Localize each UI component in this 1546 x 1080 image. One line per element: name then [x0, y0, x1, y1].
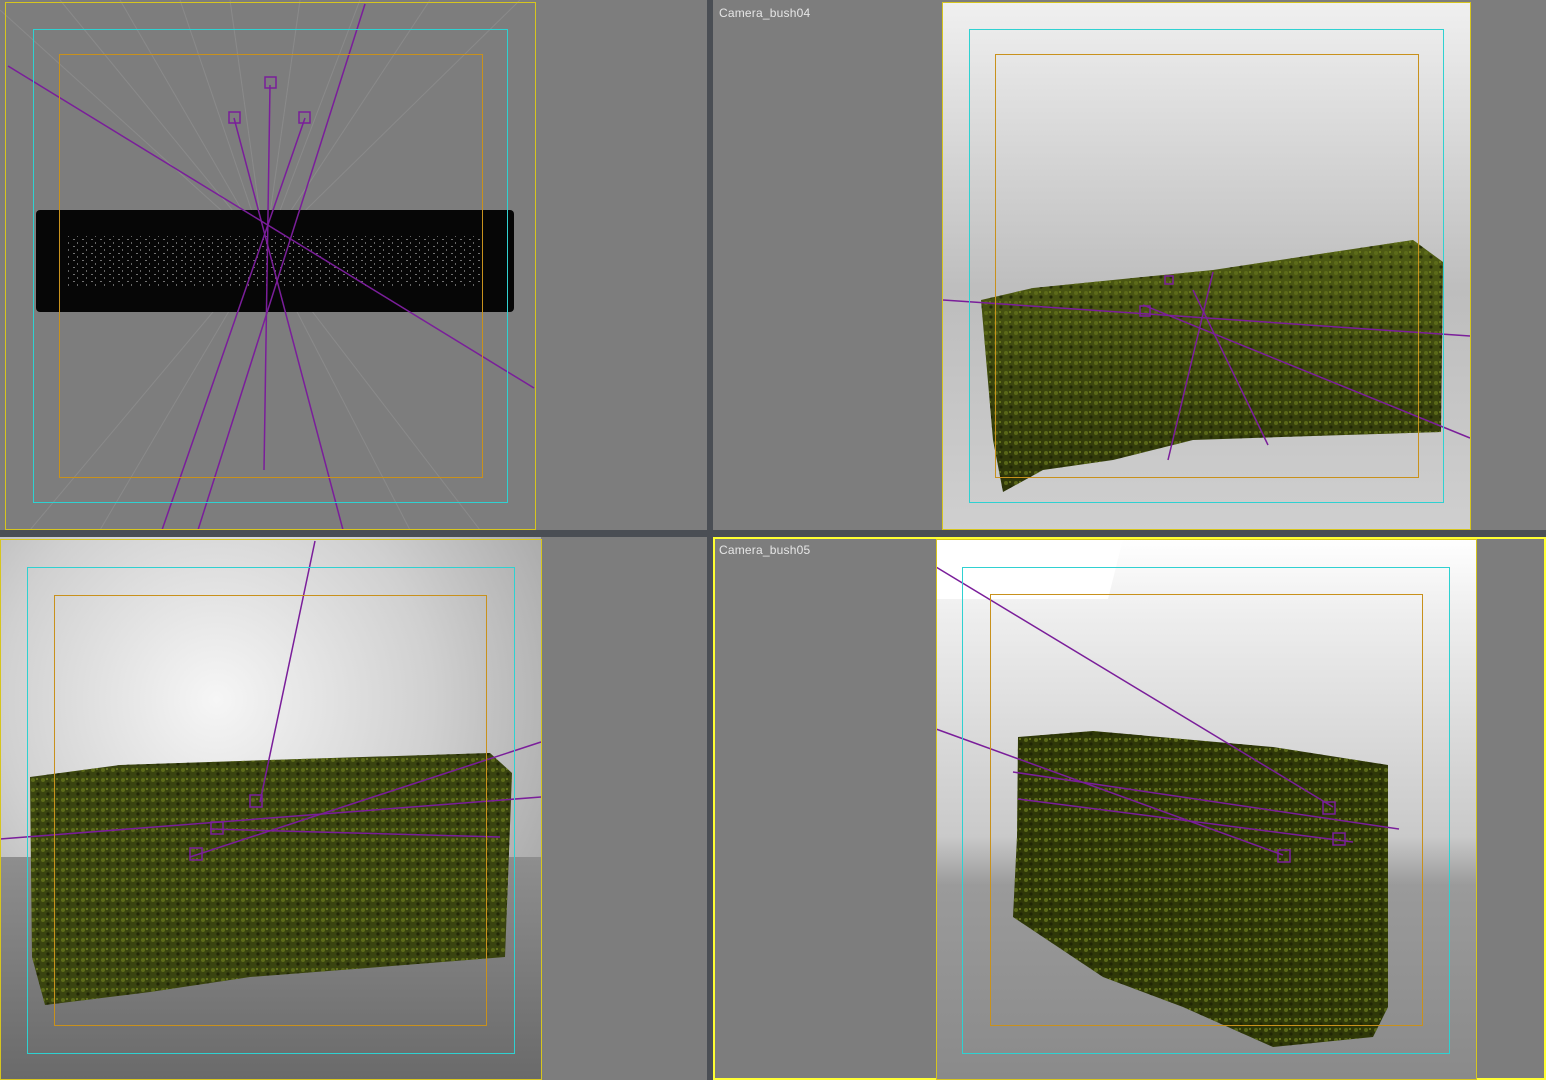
viewport-top-left[interactable] — [0, 0, 707, 530]
camera-bush05-scene — [935, 539, 1477, 1080]
viewport-camera-bush04[interactable]: Camera_bush04 — [713, 0, 1546, 530]
top-view-scene — [0, 0, 535, 530]
camera-bush04-scene — [942, 2, 1471, 530]
perspective-scene — [0, 537, 542, 1080]
viewport-label[interactable]: Camera_bush05 — [719, 543, 810, 557]
viewport-label[interactable]: Camera_bush04 — [719, 6, 810, 20]
viewport-bottom-left[interactable] — [0, 537, 707, 1080]
viewport-camera-bush05[interactable]: Camera_bush05 — [713, 537, 1546, 1080]
